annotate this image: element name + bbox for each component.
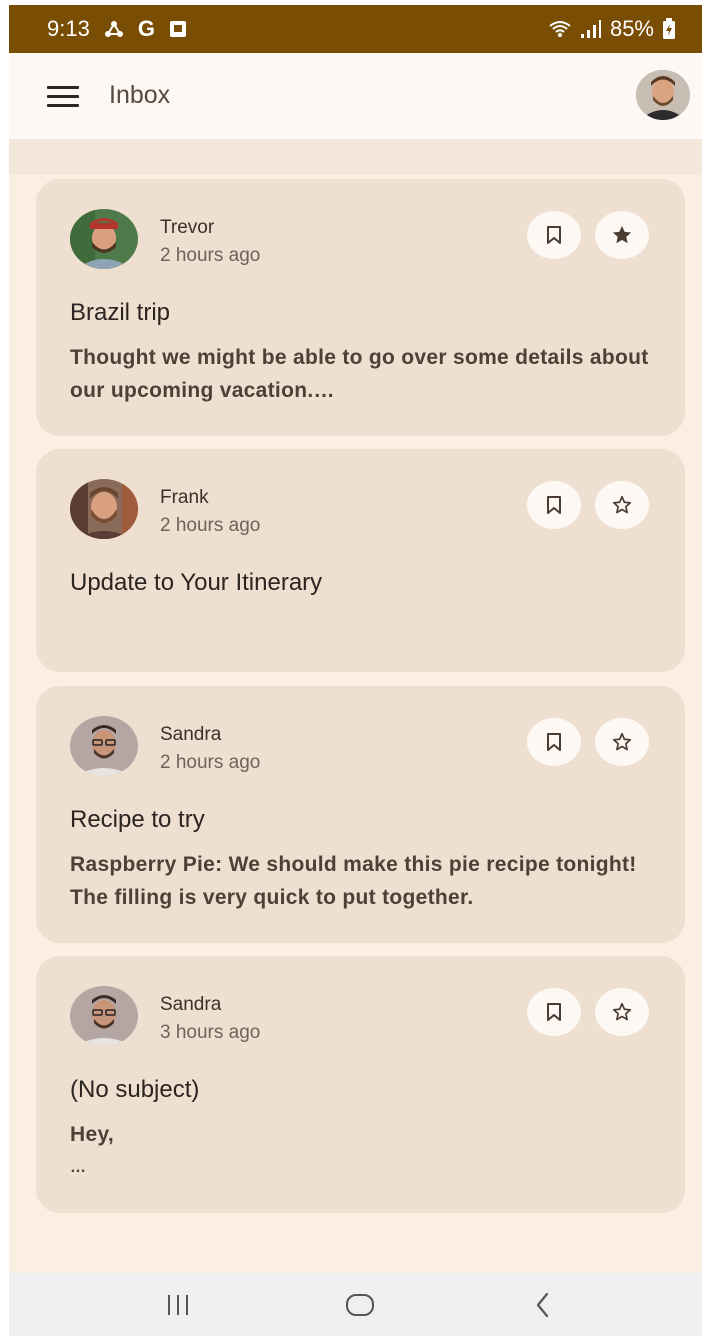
status-time: 9:13 — [47, 16, 90, 41]
bookmark-button[interactable] — [527, 718, 581, 766]
email-time: 2 hours ago — [160, 515, 261, 536]
recents-icon[interactable] — [148, 1287, 208, 1323]
star-button[interactable] — [595, 988, 649, 1036]
sender-name: Frank — [160, 487, 209, 508]
sender-avatar — [70, 479, 138, 539]
home-icon[interactable] — [330, 1287, 390, 1323]
email-card[interactable]: Frank 2 hours ago Update to Your Itinera… — [36, 449, 685, 672]
network-alert-icon — [104, 20, 124, 38]
app-bar: Inbox — [9, 53, 702, 139]
status-bar: 9:13 G 85% — [9, 5, 702, 53]
email-subject: (No subject) — [70, 1076, 200, 1103]
sender-name: Sandra — [160, 724, 222, 745]
email-preview: Hey, … — [70, 1118, 670, 1184]
battery-percent: 85% — [609, 16, 654, 41]
bookmark-icon — [547, 496, 561, 514]
star-outline-icon — [612, 1002, 632, 1021]
star-filled-icon — [612, 225, 632, 244]
sender-name: Sandra — [160, 994, 222, 1015]
signal-icon — [580, 19, 602, 39]
status-left: 9:13 G — [47, 16, 187, 42]
user-avatar[interactable] — [636, 70, 690, 120]
status-right: 85% — [548, 16, 676, 42]
email-card[interactable]: Trevor 2 hours ago Brazil trip Thought w… — [36, 179, 685, 436]
email-subject: Recipe to try — [70, 806, 205, 833]
email-preview: Thought we might be able to go over some… — [70, 346, 649, 402]
email-subject: Update to Your Itinerary — [70, 569, 323, 596]
wifi-icon — [548, 19, 572, 39]
email-time: 3 hours ago — [160, 1022, 261, 1043]
photo-notification-icon — [169, 20, 187, 38]
bookmark-button[interactable] — [527, 211, 581, 259]
preview-line: Hey, — [70, 1123, 114, 1146]
sender-avatar — [70, 986, 138, 1046]
page-title: Inbox — [109, 81, 171, 109]
email-card[interactable]: Sandra 3 hours ago (No subject) Hey, … — [36, 956, 685, 1213]
bookmark-icon — [547, 1003, 561, 1021]
email-card[interactable]: Sandra 2 hours ago Recipe to try Raspber… — [36, 686, 685, 943]
phone-screen: 9:13 G 85% Inbox Trevor 2 hours ago Braz… — [9, 5, 702, 1336]
bookmark-button[interactable] — [527, 481, 581, 529]
google-g-icon: G — [137, 16, 155, 41]
star-button[interactable] — [595, 211, 649, 259]
sender-avatar — [70, 209, 138, 269]
bookmark-icon — [547, 733, 561, 751]
battery-charging-icon — [662, 18, 676, 40]
preview-line: … — [70, 1159, 87, 1176]
star-button[interactable] — [595, 718, 649, 766]
system-nav-bar — [9, 1273, 702, 1336]
sender-name: Trevor — [160, 217, 215, 238]
star-outline-icon — [612, 732, 632, 751]
star-button[interactable] — [595, 481, 649, 529]
sender-avatar — [70, 716, 138, 776]
email-time: 2 hours ago — [160, 752, 261, 773]
email-time: 2 hours ago — [160, 245, 261, 266]
star-outline-icon — [612, 495, 632, 514]
top-divider-strip — [9, 139, 702, 175]
hamburger-menu-icon[interactable] — [47, 81, 81, 111]
bookmark-icon — [547, 226, 561, 244]
bookmark-button[interactable] — [527, 988, 581, 1036]
back-icon[interactable] — [513, 1287, 573, 1323]
email-preview: Raspberry Pie: We should make this pie r… — [70, 853, 637, 909]
email-subject: Brazil trip — [70, 299, 171, 326]
